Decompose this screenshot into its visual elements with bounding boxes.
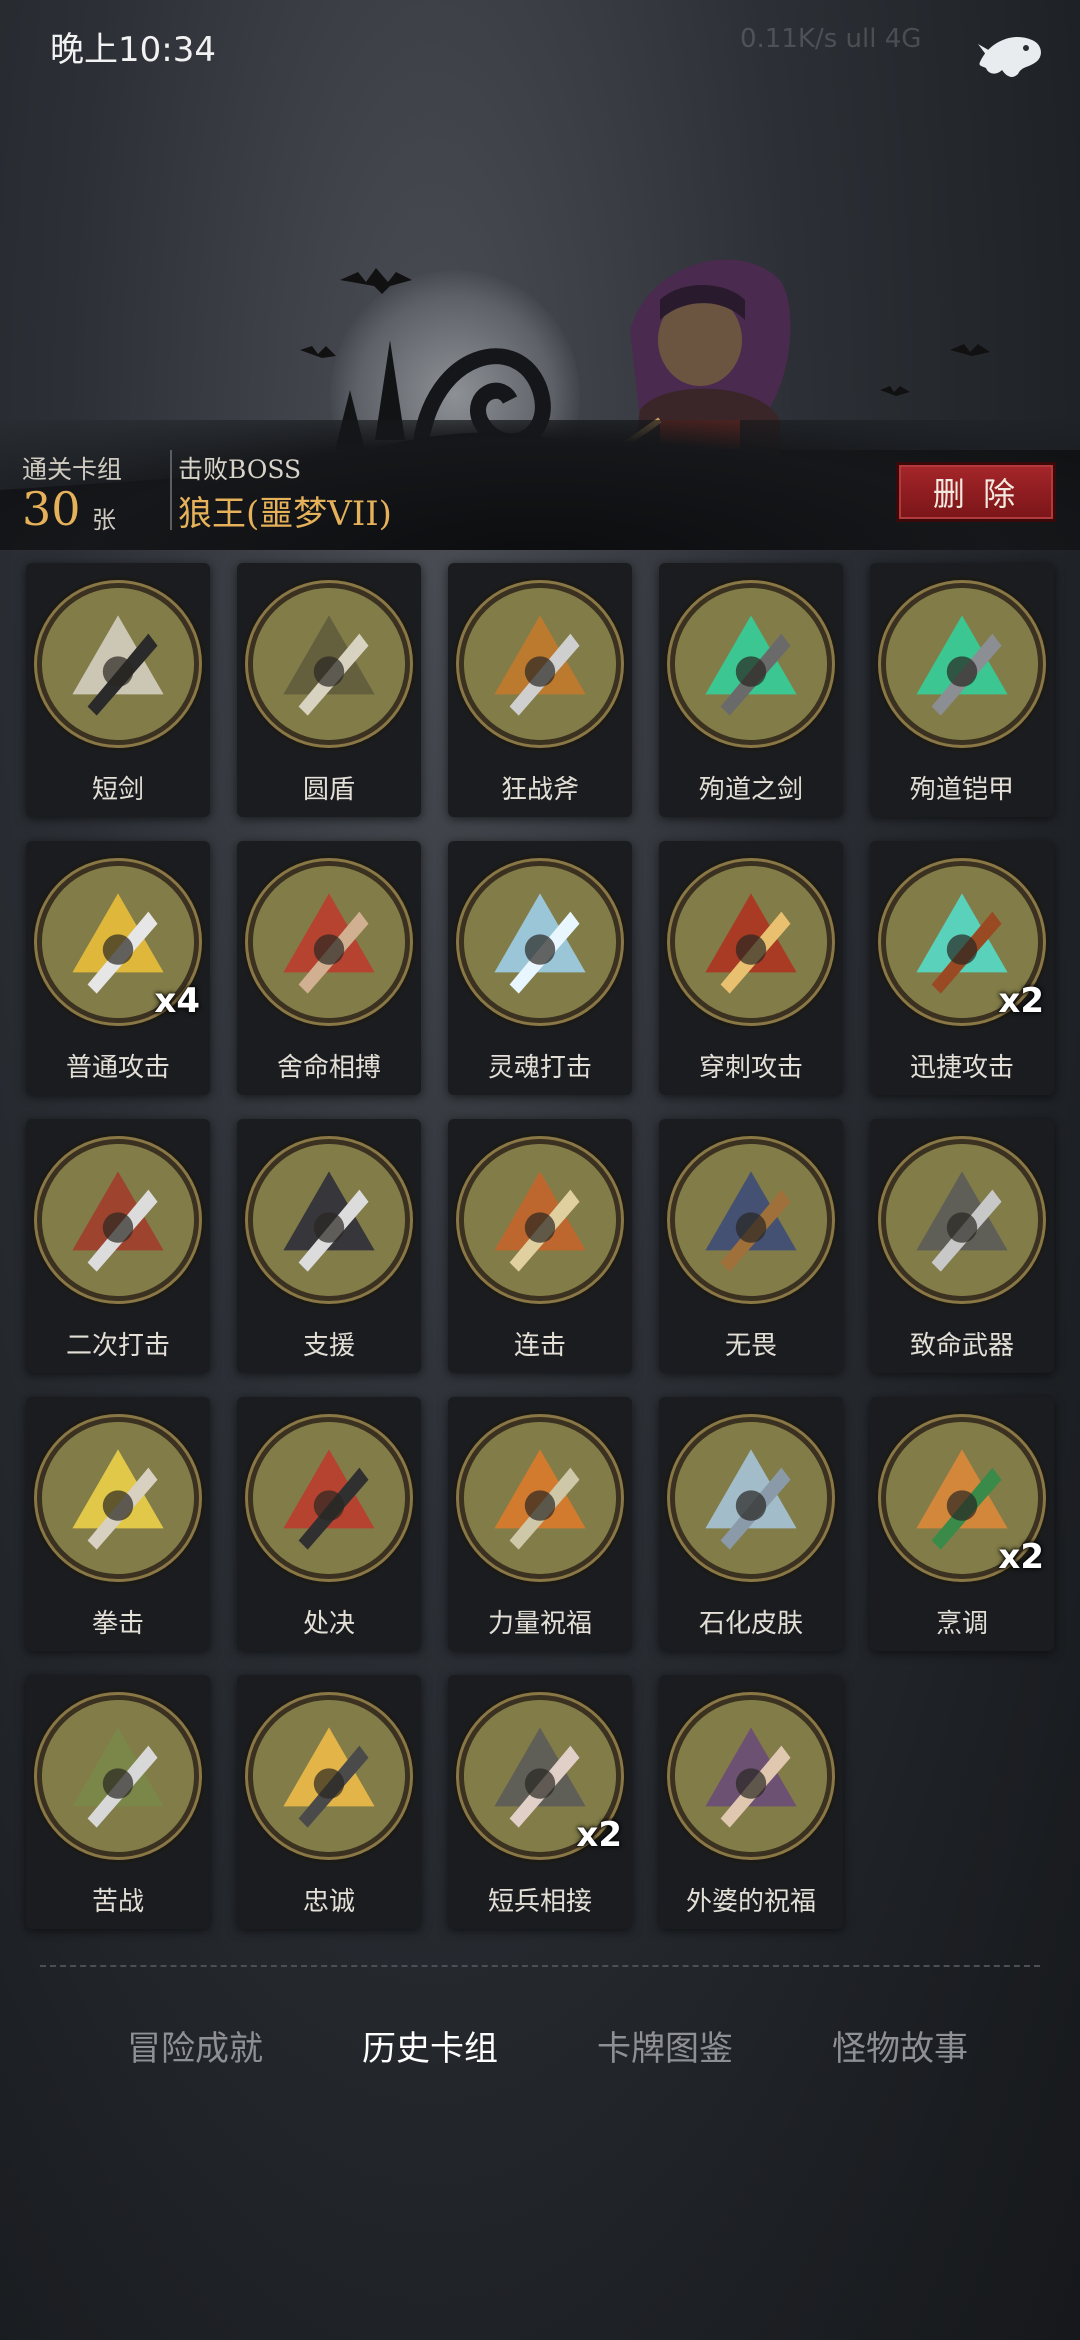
card-count-badge: x2	[998, 1537, 1044, 1577]
card-fearless[interactable]: 无畏	[659, 1119, 843, 1373]
green-flame-sword-icon	[670, 583, 832, 745]
status-bar: 晚上10:34 0.11K/s ull 4G	[0, 0, 1080, 90]
tab-0[interactable]: 冒险成就	[95, 2015, 295, 2075]
card-name: 外婆的祝福	[685, 1887, 816, 1917]
card-name: 忠诚	[302, 1887, 355, 1917]
card-name: 殉道之剑	[698, 775, 803, 805]
card-name: 灵魂打击	[487, 1053, 592, 1083]
card-name: 穿刺攻击	[698, 1053, 803, 1083]
card-name: 迅捷攻击	[909, 1053, 1014, 1083]
card-green-flame-armor[interactable]: 殉道铠甲	[870, 563, 1054, 817]
card-name: 连击	[513, 1331, 566, 1361]
card-hard-fight[interactable]: 苦战	[26, 1675, 210, 1929]
card-name: 无畏	[724, 1331, 777, 1361]
tab-3[interactable]: 怪物故事	[800, 2015, 1000, 2075]
card-cross[interactable]: 忠诚	[237, 1675, 421, 1929]
stone-skin-icon	[670, 1417, 832, 1579]
card-name: 舍命相搏	[276, 1053, 381, 1083]
card-name: 石化皮肤	[698, 1609, 803, 1639]
card-fox-chef[interactable]: x2 烹调	[870, 1397, 1054, 1651]
card-execution[interactable]: 处决	[237, 1397, 421, 1651]
deck-unit: 张	[92, 506, 116, 534]
card-name: 殉道铠甲	[909, 775, 1014, 805]
card-name: 烹调	[935, 1609, 988, 1639]
card-name: 圆盾	[302, 775, 355, 805]
card-count-badge: x4	[154, 981, 200, 1021]
skull-shield-icon	[248, 583, 410, 745]
spikes-icon	[670, 861, 832, 1023]
card-sword-strike[interactable]: x4 普通攻击	[26, 841, 210, 1095]
card-ice-shards[interactable]: 灵魂打击	[448, 841, 632, 1095]
card-name: 短兵相接	[487, 1887, 592, 1917]
green-flame-armor-icon	[881, 583, 1043, 745]
card-support[interactable]: 支援	[237, 1119, 421, 1373]
card-name: 拳击	[91, 1609, 144, 1639]
axe-icon	[459, 583, 621, 745]
hard-fight-icon	[37, 1695, 199, 1857]
combo-archer-icon	[459, 1139, 621, 1301]
ghost-icon[interactable]	[970, 22, 1050, 92]
card-name: 力量祝福	[487, 1609, 592, 1639]
card-axe[interactable]: 狂战斧	[448, 563, 632, 817]
dagger-icon	[37, 583, 199, 745]
card-combo-archer[interactable]: 连击	[448, 1119, 632, 1373]
fist-icon	[459, 1417, 621, 1579]
card-green-flame-sword[interactable]: 殉道之剑	[659, 563, 843, 817]
card-spikes[interactable]: 穿刺攻击	[659, 841, 843, 1095]
card-grandma[interactable]: 外婆的祝福	[659, 1675, 843, 1929]
ice-shards-icon	[459, 861, 621, 1023]
card-name: 狂战斧	[500, 775, 579, 805]
card-name: 处决	[302, 1609, 355, 1639]
card-desperate-hero[interactable]: 舍命相搏	[237, 841, 421, 1095]
card-name: 致命武器	[909, 1331, 1014, 1361]
cross-icon	[248, 1695, 410, 1857]
card-name: 短剑	[91, 775, 144, 805]
deck-count: 30	[22, 482, 81, 536]
support-icon	[248, 1139, 410, 1301]
fearless-icon	[670, 1139, 832, 1301]
status-indicators: 0.11K/s ull 4G	[740, 24, 922, 54]
card-punch-skull[interactable]: 拳击	[26, 1397, 210, 1651]
tab-2[interactable]: 卡牌图鉴	[565, 2015, 765, 2075]
card-name: 支援	[302, 1331, 355, 1361]
bottom-tabs: 冒险成就 历史卡组 卡牌图鉴 怪物故事	[0, 2015, 1080, 2075]
card-count-badge: x2	[576, 1815, 622, 1855]
weapons-icon	[881, 1139, 1043, 1301]
card-fist[interactable]: 力量祝福	[448, 1397, 632, 1651]
card-knight[interactable]: x2 短兵相接	[448, 1675, 632, 1929]
boss-label: 击败BOSS	[178, 455, 302, 484]
card-skull-shield[interactable]: 圆盾	[237, 563, 421, 817]
tab-1[interactable]: 历史卡组	[330, 2015, 530, 2075]
delete-button[interactable]: 删 除	[896, 462, 1056, 522]
card-dagger[interactable]: 短剑	[26, 563, 210, 817]
deck-label: 通关卡组	[22, 455, 123, 484]
divider	[170, 450, 172, 530]
card-name: 普通攻击	[65, 1053, 170, 1083]
execution-icon	[248, 1417, 410, 1579]
card-double-strike[interactable]: 二次打击	[26, 1119, 210, 1373]
boss-name: 狼王(噩梦VII)	[178, 494, 392, 534]
card-count-badge: x2	[998, 981, 1044, 1021]
punch-skull-icon	[37, 1417, 199, 1579]
double-strike-icon	[37, 1139, 199, 1301]
divider-dashed	[40, 1965, 1040, 1967]
grandma-icon	[670, 1695, 832, 1857]
card-stone-skin[interactable]: 石化皮肤	[659, 1397, 843, 1651]
card-name: 苦战	[91, 1887, 144, 1917]
desperate-hero-icon	[248, 861, 410, 1023]
card-name: 二次打击	[65, 1331, 170, 1361]
card-swift-gauntlet[interactable]: x2 迅捷攻击	[870, 841, 1054, 1095]
card-weapons[interactable]: 致命武器	[870, 1119, 1054, 1373]
status-time: 晚上10:34	[50, 30, 216, 70]
card-grid: 短剑 圆盾 狂战斧 殉道之剑 殉道铠甲 x4 普通攻击 舍命相搏 灵魂打击 穿刺攻击 x2 迅捷攻击二…	[26, 563, 1056, 1933]
